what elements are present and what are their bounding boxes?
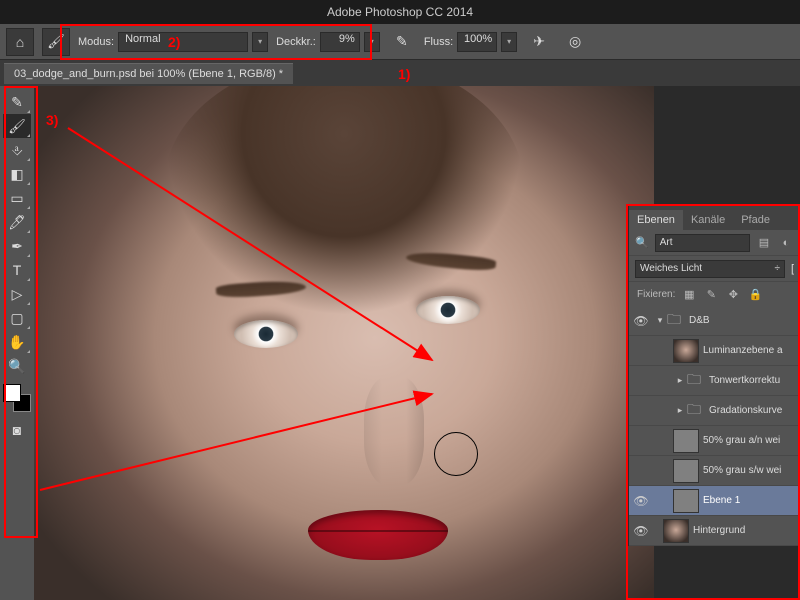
shape-tool[interactable]: ▢ xyxy=(3,306,31,330)
layer-thumb xyxy=(663,519,689,543)
annotation-label-1: 1) xyxy=(398,66,410,82)
lock-transparent-icon[interactable]: ▦ xyxy=(681,286,697,302)
lock-row: Fixieren: ▦ ✎ ✥ 🔒 xyxy=(629,282,800,306)
layer-tonwert[interactable]: ▸🗀Tonwertkorrektu xyxy=(629,366,800,396)
layer-thumb xyxy=(673,489,699,513)
stamp-tool[interactable]: ⎀ xyxy=(3,138,31,162)
flow-input[interactable]: 100% xyxy=(457,32,497,52)
expand-icon[interactable]: ▸ xyxy=(673,375,687,386)
layer-50-sw[interactable]: 50% grau s/w wei xyxy=(629,456,800,486)
layers-panel: Ebenen Kanäle Pfade 🔍 Art ▤ ◐ Weiches Li… xyxy=(628,206,800,546)
visibility-icon[interactable]: 👁 xyxy=(629,494,653,508)
opacity-panel-label: [ xyxy=(791,263,794,275)
lock-paint-icon[interactable]: ✎ xyxy=(703,286,719,302)
quickmask-tool[interactable]: ◙ xyxy=(3,418,31,442)
brush-cursor xyxy=(434,432,478,476)
lock-all-icon[interactable]: 🔒 xyxy=(747,286,763,302)
gradient-tool[interactable]: ▭ xyxy=(3,186,31,210)
filter-img-icon[interactable]: ▤ xyxy=(756,235,772,251)
layer-group-db[interactable]: 👁 ▾ 🗀 D&B xyxy=(629,306,800,336)
expand-icon[interactable]: ▾ xyxy=(653,315,667,326)
folder-icon: 🗀 xyxy=(687,369,705,393)
visibility-icon[interactable]: 👁 xyxy=(629,314,653,328)
annotation-label-3: 3) xyxy=(46,112,58,128)
flow-arrow[interactable]: ▾ xyxy=(501,32,517,52)
tab-paths[interactable]: Pfade xyxy=(733,210,778,230)
layer-gradation[interactable]: ▸🗀Gradationskurve xyxy=(629,396,800,426)
layer-thumb xyxy=(673,339,699,363)
opacity-input[interactable]: 9% xyxy=(320,32,360,52)
airbrush-icon[interactable]: ✈ xyxy=(525,28,553,56)
tab-layers[interactable]: Ebenen xyxy=(629,210,683,230)
eraser-tool[interactable]: ◧ xyxy=(3,162,31,186)
lock-move-icon[interactable]: ✥ xyxy=(725,286,741,302)
blend-mode-select[interactable]: Weiches Licht÷ xyxy=(635,260,785,278)
mode-select[interactable]: Normal xyxy=(118,32,248,52)
home-icon[interactable]: ⌂ xyxy=(6,28,34,56)
folder-icon: 🗀 xyxy=(667,309,685,333)
eyedropper-tool[interactable]: ✎ xyxy=(3,90,31,114)
filter-adj-icon[interactable]: ◐ xyxy=(778,235,794,251)
annotation-label-2: 2) xyxy=(168,34,180,50)
layer-luminanz[interactable]: Luminanzebene a xyxy=(629,336,800,366)
app-titlebar: Adobe Photoshop CC 2014 xyxy=(0,0,800,24)
filter-type-icon[interactable]: 🔍 xyxy=(635,236,649,249)
document-tab[interactable]: 03_dodge_and_burn.psd bei 100% (Ebene 1,… xyxy=(4,63,293,84)
layer-ebene1[interactable]: 👁 Ebene 1 xyxy=(629,486,800,516)
type-tool[interactable]: T xyxy=(3,258,31,282)
pen-tool[interactable]: ✒ xyxy=(3,234,31,258)
layer-thumb xyxy=(673,459,699,483)
expand-icon[interactable]: ▸ xyxy=(673,405,687,416)
color-swatches[interactable] xyxy=(3,384,31,412)
opacity-arrow[interactable]: ▾ xyxy=(364,32,380,52)
opacity-label: Deckkr.: xyxy=(276,36,316,48)
zoom-tool[interactable]: 🔍 xyxy=(3,354,31,378)
mode-select-arrow[interactable]: ▾ xyxy=(252,32,268,52)
layers-list: 👁 ▾ 🗀 D&B Luminanzebene a ▸🗀Tonwertkorre… xyxy=(629,306,800,546)
foreground-color-swatch[interactable] xyxy=(3,384,21,402)
visibility-icon[interactable]: 👁 xyxy=(629,524,653,538)
layer-filter-select[interactable]: Art xyxy=(655,234,750,252)
hand-tool[interactable]: ✋ xyxy=(3,330,31,354)
dodge-tool[interactable]: 🖊 xyxy=(3,210,31,234)
tab-channels[interactable]: Kanäle xyxy=(683,210,733,230)
options-bar: ⌂ 🖌 Modus: Normal ▾ Deckkr.: 9% ▾ ✎ Flus… xyxy=(0,24,800,60)
layer-50-an[interactable]: 50% grau a/n wei xyxy=(629,426,800,456)
layer-hintergrund[interactable]: 👁 Hintergrund xyxy=(629,516,800,546)
flow-label: Fluss: xyxy=(424,36,453,48)
mode-label: Modus: xyxy=(78,36,114,48)
pressure-opacity-icon[interactable]: ✎ xyxy=(388,28,416,56)
folder-icon: 🗀 xyxy=(687,399,705,423)
brush-preset-icon[interactable]: 🖌 xyxy=(42,28,70,56)
photo-portrait xyxy=(34,86,654,600)
tools-panel: ✎ 🖌 ⎀ ◧ ▭ 🖊 ✒ T ▷ ▢ ✋ 🔍 ◙ xyxy=(0,86,34,600)
path-select-tool[interactable]: ▷ xyxy=(3,282,31,306)
pressure-size-icon[interactable]: ◎ xyxy=(561,28,589,56)
layer-thumb xyxy=(673,429,699,453)
brush-tool[interactable]: 🖌 xyxy=(3,114,31,138)
